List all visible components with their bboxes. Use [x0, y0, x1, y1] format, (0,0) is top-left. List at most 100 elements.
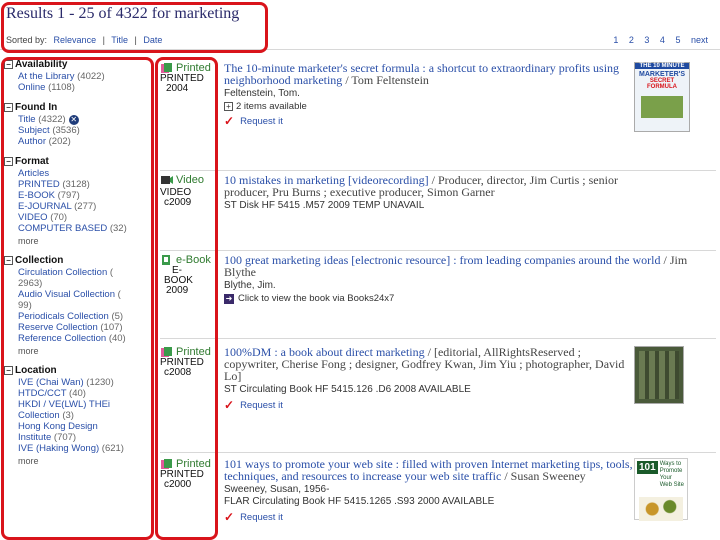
facet-item-count: (621) — [101, 443, 124, 454]
result-body: 10 mistakes in marketing [videorecording… — [224, 174, 664, 212]
facet-item-count: (40) — [108, 333, 126, 344]
facet-item[interactable]: Institute (707) — [4, 432, 152, 443]
facet-item[interactable]: VIDEO (70) — [4, 212, 152, 223]
request-it-link[interactable]: ✓ Request it — [224, 510, 634, 524]
publication-year: c2009 — [164, 197, 192, 208]
facet-item[interactable]: Hong Kong Design — [4, 421, 152, 432]
page-2-link[interactable]: 2 — [629, 35, 634, 45]
facet-item-label: Hong Kong Design — [18, 421, 98, 432]
format-label: Video — [176, 174, 204, 186]
facet-item-label: Circulation Collection — [18, 267, 108, 278]
facet-toggle-location[interactable]: − Location — [4, 364, 152, 377]
more-link[interactable]: more — [4, 236, 152, 246]
facet-item[interactable]: Collection (3) — [4, 410, 152, 421]
facet-item[interactable]: IVE (Haking Wong) (621) — [4, 443, 152, 454]
facet-item[interactable]: IVE (Chai Wan) (1230) — [4, 377, 152, 388]
cover-text: 101 — [637, 461, 658, 474]
facet-item[interactable]: Online (1108) — [4, 82, 152, 93]
request-it-link[interactable]: ✓ Request it — [224, 398, 634, 412]
holding-info: ST Circulating Book HF 5415.126 .D6 2008… — [224, 384, 471, 395]
facet-item-count: (32) — [109, 223, 127, 234]
facet-toggle-availability[interactable]: − Availability — [4, 58, 152, 71]
sort-relevance-link[interactable]: Relevance — [54, 35, 97, 45]
result-body: 100%DM : a book about direct marketing /… — [224, 346, 634, 412]
page-4-link[interactable]: 4 — [660, 35, 665, 45]
facet-item-label: Online — [18, 82, 46, 93]
request-it-link[interactable]: ✓ Request it — [224, 114, 634, 128]
facet-heading: Format — [15, 156, 49, 167]
view-online-text: Click to view the book via Books24x7 — [238, 293, 395, 304]
facet-item[interactable]: Reference Collection (40) — [4, 333, 152, 344]
facet-toggle-collection[interactable]: − Collection — [4, 254, 152, 267]
book-cover-thumbnail[interactable]: 101 Ways to Promote Your Web Site — [634, 458, 688, 521]
facet-item-count: (3) — [62, 410, 74, 421]
book-cover-thumbnail[interactable]: THE 10 MINUTE MARKETER'S SECRET FORMULA — [634, 62, 690, 132]
external-link-icon: ➜ — [224, 293, 234, 304]
cover-text: MARKETER'S — [639, 71, 685, 78]
result-item: Video VIDEO c2009 10 mistakes in marketi… — [160, 174, 716, 254]
video-icon — [161, 176, 173, 184]
items-available[interactable]: +2 items available — [224, 101, 634, 112]
facet-item[interactable]: PRINTED (3128) — [4, 179, 152, 190]
header-divider — [0, 49, 720, 50]
facet-item[interactable]: Subject (3536) — [4, 125, 152, 136]
result-body: 101 ways to promote your web site : fill… — [224, 458, 634, 524]
facet-item[interactable]: HKDI / VE(LWL) THEi — [4, 399, 152, 410]
facet-item[interactable]: E-JOURNAL (277) — [4, 201, 152, 212]
facet-item[interactable]: Author (202) — [4, 136, 152, 147]
sort-date-link[interactable]: Date — [143, 35, 162, 45]
result-title-link[interactable]: 100 great marketing ideas [electronic re… — [224, 253, 661, 267]
book-cover-thumbnail[interactable] — [634, 346, 684, 404]
facet-item[interactable]: Reserve Collection (107) — [4, 322, 152, 333]
page-3-link[interactable]: 3 — [644, 35, 649, 45]
facet-found-in: − Found In Title (4322) ✕ Subject (3536) A… — [4, 101, 152, 147]
facet-item[interactable]: Title (4322) ✕ — [4, 114, 152, 125]
facet-item[interactable]: Audio Visual Collection ( — [4, 289, 152, 300]
facet-item[interactable]: Circulation Collection ( — [4, 267, 152, 278]
result-item: e-Book E- BOOK 2009 100 great marketing … — [160, 254, 716, 334]
result-item: Printed PRINTED c2000 101 ways to promot… — [160, 458, 716, 540]
facet-heading: Location — [15, 365, 57, 376]
facet-item[interactable]: COMPUTER BASED (32) — [4, 223, 152, 234]
facet-item-label: Subject — [18, 125, 50, 136]
facet-item[interactable]: E-BOOK (797) — [4, 190, 152, 201]
facet-item-label: Title — [18, 114, 36, 125]
remove-filter-icon[interactable]: ✕ — [68, 115, 79, 125]
format-column: Printed PRINTED 2004 — [160, 62, 216, 94]
page-5-link[interactable]: 5 — [675, 35, 680, 45]
facet-item-count: 2963) — [18, 278, 43, 289]
more-link[interactable]: more — [4, 456, 152, 466]
facet-item-label: IVE (Chai Wan) — [18, 377, 84, 388]
facet-item-count: (3128) — [62, 179, 90, 190]
facet-item[interactable]: At the Library (4022) — [4, 71, 152, 82]
sort-label: Sorted by: — [6, 35, 48, 45]
responsibility: / Tom Feltenstein — [345, 73, 429, 87]
sort-title-link[interactable]: Title — [111, 35, 128, 45]
facet-item-label: HKDI / VE(LWL) THEi — [18, 399, 111, 410]
view-online-link[interactable]: ➜ Click to view the book via Books24x7 — [224, 293, 694, 304]
result-body: The 10-minute marketer's secret formula … — [224, 62, 634, 128]
request-label: Request it — [240, 511, 283, 523]
facet-item-label: Reserve Collection — [18, 322, 98, 333]
next-page-link[interactable]: next — [691, 35, 708, 45]
facet-item[interactable]: 99) — [4, 300, 152, 311]
facet-item[interactable]: HTDC/CCT (40) — [4, 388, 152, 399]
sort-separator: | — [102, 35, 105, 45]
more-link[interactable]: more — [4, 346, 152, 356]
facet-toggle-found-in[interactable]: − Found In — [4, 101, 152, 114]
facet-item[interactable]: Articles — [4, 168, 152, 179]
format-column: e-Book E- BOOK 2009 — [160, 254, 216, 296]
facet-item-count: (70) — [50, 212, 68, 223]
cover-illustration — [641, 96, 683, 118]
facet-toggle-format[interactable]: − Format — [4, 155, 152, 168]
facet-item-count: (4022) — [77, 71, 105, 82]
facet-item-label: Author — [18, 136, 46, 147]
facet-item[interactable]: 2963) — [4, 278, 152, 289]
expand-icon: + — [224, 102, 233, 111]
facet-item-count: ( — [109, 267, 114, 278]
result-item: Printed PRINTED 2004 The 10-minute marke… — [160, 62, 716, 172]
page-1-link[interactable]: 1 — [613, 35, 618, 45]
facet-item[interactable]: Periodicals Collection (5) — [4, 311, 152, 322]
collapse-icon: − — [4, 366, 13, 375]
facet-item-label: COMPUTER BASED — [18, 223, 108, 234]
